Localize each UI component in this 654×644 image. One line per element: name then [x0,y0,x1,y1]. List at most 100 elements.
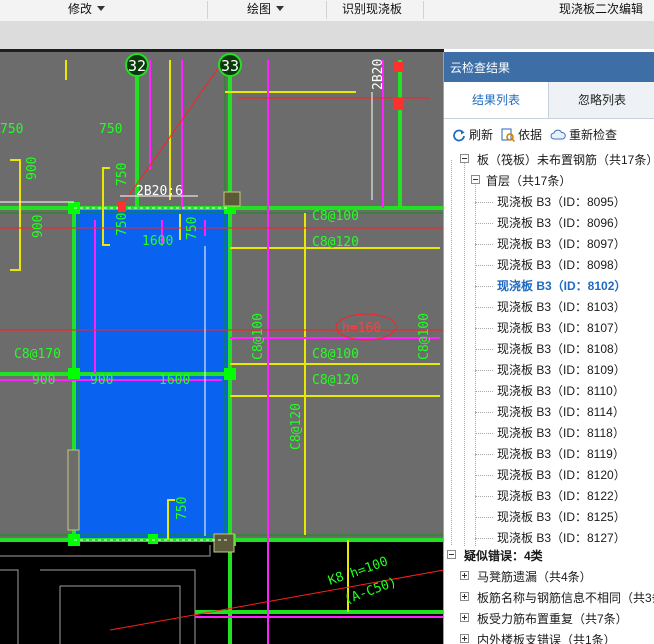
rebar-marker [118,202,126,212]
tree-guide [475,496,493,497]
tree-subgroup-floor1[interactable]: 首层（共17条） [469,171,571,192]
column [213,533,235,553]
tab-ignore[interactable]: 忽略列表 [549,82,654,118]
collapse-icon[interactable] [471,175,480,184]
axis-label: 33 [221,57,239,75]
expand-icon[interactable] [460,571,469,580]
tree-guide [451,160,452,545]
rebar-label: C8@100 [312,209,359,224]
tree-error-label: 板受力筋布置重复（共7条） [477,612,628,626]
tree-item-slab[interactable]: 现浇板 B3（ID：8109） [497,360,626,381]
tree-item-slab[interactable]: 现浇板 B3（ID：8103） [497,297,626,318]
dimension-text: 750 [115,213,130,236]
tree-item-slab[interactable]: 现浇板 B3（ID：8096） [497,213,626,234]
tree-group-label: 板（筏板）未布置钢筋（共17条） [477,153,654,167]
rebar-label: K8 [326,569,346,588]
expand-icon[interactable] [460,613,469,622]
axis-marker-32: 32 [125,53,149,77]
rebar-label: C8@100 [417,313,432,360]
collapse-icon[interactable] [460,154,469,163]
toolbar-divider [207,1,208,19]
tree-guide [475,370,493,371]
tree-guide [464,160,465,546]
modify-menu-label: 修改 [68,2,93,16]
tree-guide [475,202,493,203]
tree-guide [475,307,493,308]
tree-error-category[interactable]: 马凳筋遗漏（共4条） [457,567,592,588]
slab-thickness-label: h=160 [342,321,381,336]
tree-item-slab[interactable]: 现浇板 B3（ID：8118） [497,423,625,444]
rebar-label: (A-C50) [342,575,399,608]
tree-item-slab[interactable]: 现浇板 B3（ID：8098） [497,255,626,276]
tree-guide [475,286,493,287]
panel-tabs: 结果列表 忽略列表 [444,82,654,119]
tree-error-label: 内外楼板支错误（共1条） [477,633,616,644]
tab-results[interactable]: 结果列表 [444,82,549,118]
column [223,191,241,207]
identify-slab-button[interactable]: 识别现浇板 [342,0,402,20]
tree-error-category[interactable]: 内外楼板支错误（共1条） [457,630,616,644]
rebar-label: C8@100 [312,347,359,362]
expand-icon[interactable] [460,592,469,601]
slab-secondary-edit-button[interactable]: 现浇板二次编辑 [559,0,643,20]
basis-label: 依据 [518,128,543,142]
document-search-icon [501,128,515,142]
recheck-label: 重新检查 [569,128,618,142]
tree-guide [475,349,493,350]
tree-error-category[interactable]: 板受力筋布置重复（共7条） [457,609,628,630]
tree-guide [475,328,493,329]
tree-item-slab[interactable]: 现浇板 B3（ID：8097） [497,234,626,255]
tree-item-slab[interactable]: 现浇板 B3（ID：8114） [497,402,625,423]
chevron-down-icon [276,6,285,11]
tree-error-category[interactable]: 板筋名称与钢筋信息不相同（共3条） [457,588,654,609]
rebar-label: C8@120 [312,235,359,250]
drawing-canvas[interactable]: 32 33 750 750 1600 900 900 1600 C8@170 C… [0,52,444,644]
chevron-down-icon [97,6,106,11]
tree-guide [475,433,493,434]
tree-item-slab[interactable]: 现浇板 B3（ID：8119） [497,444,625,465]
tree-item-slab[interactable]: 现浇板 B3（ID：8102） [497,276,626,297]
tree-guide [475,181,476,546]
tree-item-slab[interactable]: 现浇板 B3（ID：8110） [497,381,625,402]
tree-guide [475,223,493,224]
tree-guide [475,517,493,518]
dimension-text: 750 [99,122,122,137]
panel-actions: 刷新 依据 重新检查 [444,124,654,146]
tree-guide [475,265,493,266]
dimension-text: 1600 [142,234,173,249]
tree-item-slab[interactable]: 现浇板 B3（ID：8122） [497,486,626,507]
wall-segment [67,449,80,531]
cad-drawing: 32 33 750 750 1600 900 900 1600 C8@170 C… [0,52,444,644]
tree-item-slab[interactable]: 现浇板 B3（ID：8095） [497,192,626,213]
draw-menu-label: 绘图 [247,2,272,16]
tree-guide [475,454,493,455]
tree-item-slab[interactable]: 现浇板 B3（ID：8125） [497,507,626,528]
rebar-label: C8@100 [251,313,266,360]
basis-button[interactable]: 依据 [501,124,542,146]
rebar-marker [393,98,403,110]
dimension-text: 900 [32,373,55,388]
dimension-text: 900 [31,215,46,238]
toolbar-divider [423,1,424,19]
tree-error-label: 板筋名称与钢筋信息不相同（共3条） [477,591,654,605]
tree-guide [475,475,493,476]
collapse-icon[interactable] [447,550,456,559]
tree-item-slab[interactable]: 现浇板 B3（ID：8107） [497,318,626,339]
tree-item-slab[interactable]: 现浇板 B3（ID：8120） [497,465,626,486]
rebar-label: 2B20 [371,59,386,90]
draw-menu[interactable]: 绘图 [247,0,285,20]
dimension-text: 900 [25,157,40,180]
tree-group-label: 疑似错误：4类 [464,549,543,563]
dimension-text: 750 [185,217,200,240]
modify-menu[interactable]: 修改 [68,0,106,20]
refresh-label: 刷新 [469,128,494,142]
recheck-button[interactable]: 重新检查 [550,124,617,146]
tree-item-slab[interactable]: 现浇板 B3（ID：8108） [497,339,626,360]
tree-group-no-rebar[interactable]: 板（筏板）未布置钢筋（共17条） [458,150,654,171]
refresh-button[interactable]: 刷新 [452,124,493,146]
panel-title: 云检查结果 [444,52,654,82]
rebar-label: C8@120 [312,373,359,388]
cloud-icon [550,129,566,140]
expand-icon[interactable] [460,634,469,643]
tree-group-suspected-errors[interactable]: 疑似错误：4类 [444,546,543,567]
